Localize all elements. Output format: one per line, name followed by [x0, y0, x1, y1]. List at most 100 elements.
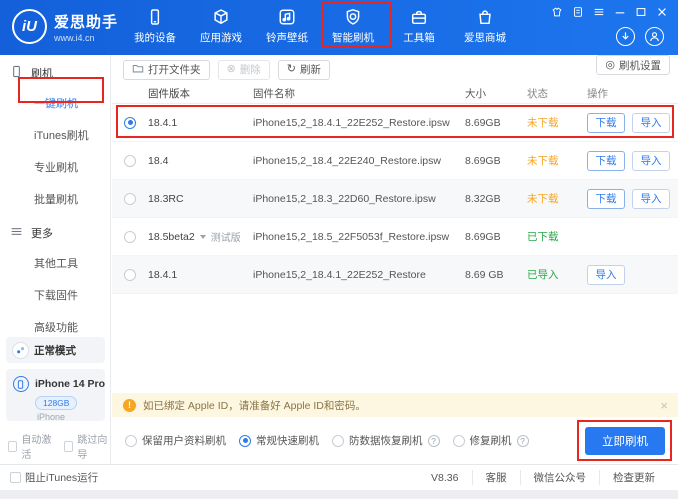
nav-ringtones-wallpapers[interactable]: 铃声壁纸 [254, 8, 320, 45]
maximize-icon[interactable] [635, 6, 647, 18]
toolbox-icon [410, 8, 428, 26]
main-content: 打开文件夹 ⊗ 删除 ↻ 刷新 ◎ 刷机设置 固件版本 固件名称 大小 状态 操… [112, 55, 678, 464]
close-icon[interactable] [656, 6, 668, 18]
radio-unselected[interactable] [124, 193, 136, 205]
app-title: 爱思助手 [54, 11, 118, 32]
radio-unselected[interactable] [124, 269, 136, 281]
notice-close-icon[interactable]: × [660, 398, 668, 413]
status-badge: 已下载 [527, 229, 585, 244]
header-quick-actions [616, 27, 664, 46]
status-badge: 未下载 [527, 191, 585, 206]
main-nav: 我的设备 应用游戏 铃声壁纸 智能刷机 工具箱 爱思商城 [122, 8, 518, 45]
shield-refresh-icon [344, 8, 362, 26]
option-anti-data-recovery[interactable]: 防数据恢复刷机 ? [332, 433, 440, 448]
firmware-row-4[interactable]: 18.5beta2 测试版 iPhone15,2_18.5_22F5053f_R… [112, 218, 678, 256]
auto-activate-checkbox[interactable]: 自动激活 [8, 431, 54, 461]
sidebar-item-download-firmware[interactable]: 下载固件 [0, 279, 110, 311]
status-badge: 已导入 [527, 267, 585, 282]
nav-smart-flash[interactable]: 智能刷机 [320, 8, 386, 45]
col-status: 状态 [527, 86, 585, 101]
device-family: iPhone [37, 412, 105, 422]
skip-wizard-checkbox[interactable]: 跳过向导 [64, 431, 110, 461]
device-capacity-badge: 128GB [35, 396, 77, 410]
refresh-icon: ↻ [287, 64, 296, 75]
firmware-toolbar: 打开文件夹 ⊗ 删除 ↻ 刷新 ◎ 刷机设置 [112, 55, 678, 84]
sidebar-item-batch-flash[interactable]: 批量刷机 [0, 183, 110, 215]
customer-service-link[interactable]: 客服 [472, 470, 520, 485]
sidebar-item-pro-flash[interactable]: 专业刷机 [0, 151, 110, 183]
gear-icon: ◎ [605, 60, 615, 71]
flash-settings-button[interactable]: ◎ 刷机设置 [596, 55, 670, 75]
phone-outline-icon [10, 65, 23, 81]
sidebar-section-flash: 刷机 [0, 55, 110, 87]
beta-tag: 测试版 [211, 229, 241, 244]
download-manager-icon[interactable] [616, 27, 635, 46]
status-badge: 未下载 [527, 153, 585, 168]
option-repair-flash[interactable]: 修复刷机 ? [453, 433, 529, 448]
status-badge: 未下载 [527, 115, 585, 130]
firmware-row-1[interactable]: 18.4.1 iPhone15,2_18.4.1_22E252_Restore.… [112, 104, 678, 142]
nav-apps-games[interactable]: 应用游戏 [188, 8, 254, 45]
music-icon [278, 8, 296, 26]
block-itunes-checkbox[interactable]: 阻止iTunes运行 [10, 470, 98, 485]
sidebar-item-other-tools[interactable]: 其他工具 [0, 247, 110, 279]
help-icon[interactable]: ? [517, 435, 529, 447]
option-normal-fast-flash[interactable]: 常规快速刷机 [239, 433, 319, 448]
delete-circle-icon: ⊗ [227, 64, 236, 75]
theme-icon[interactable] [551, 6, 563, 18]
col-operation: 操作 [585, 86, 678, 101]
help-icon[interactable]: ? [428, 435, 440, 447]
nav-toolbox[interactable]: 工具箱 [386, 8, 452, 45]
flash-now-button[interactable]: 立即刷机 [585, 427, 665, 455]
check-update-link[interactable]: 检查更新 [599, 470, 668, 485]
radio-unselected[interactable] [124, 155, 136, 167]
device-mode-card[interactable]: 正常模式 [6, 337, 105, 363]
import-button[interactable]: 导入 [632, 151, 670, 171]
open-folder-button[interactable]: 打开文件夹 [123, 60, 210, 80]
chevron-down-icon[interactable] [200, 235, 206, 239]
cube-icon [212, 8, 230, 26]
nav-my-devices[interactable]: 我的设备 [122, 8, 188, 45]
phone-icon [146, 8, 164, 26]
sidebar-section-more: 更多 [0, 215, 110, 247]
col-firmware-version: 固件版本 [148, 86, 253, 101]
firmware-row-2[interactable]: 18.4 iPhone15,2_18.4_22E240_Restore.ipsw… [112, 142, 678, 180]
wechat-official-link[interactable]: 微信公众号 [520, 470, 600, 485]
user-account-icon[interactable] [645, 27, 664, 46]
import-button[interactable]: 导入 [587, 265, 625, 285]
status-bar: 阻止iTunes运行 V8.36 客服 微信公众号 检查更新 [0, 464, 678, 490]
device-card[interactable]: iPhone 14 Pro 128GB iPhone [6, 369, 105, 421]
sidebar-options: 自动激活 跳过向导 [8, 431, 110, 461]
firmware-row-5[interactable]: 18.4.1 iPhone15,2_18.4.1_22E252_Restore … [112, 256, 678, 294]
radio-selected[interactable] [124, 117, 136, 129]
window-bottom-edge [0, 490, 678, 499]
option-keep-user-data[interactable]: 保留用户资料刷机 [125, 433, 226, 448]
download-button[interactable]: 下载 [587, 151, 625, 171]
download-button[interactable]: 下载 [587, 189, 625, 209]
list-icon [10, 225, 23, 241]
app-url: www.i4.cn [54, 33, 118, 43]
app-window: iU 爱思助手 www.i4.cn 我的设备 应用游戏 铃声壁纸 智能刷机 [0, 0, 678, 499]
header: iU 爱思助手 www.i4.cn 我的设备 应用游戏 铃声壁纸 智能刷机 [0, 0, 678, 55]
minimize-icon[interactable] [614, 6, 626, 18]
import-button[interactable]: 导入 [632, 113, 670, 133]
refresh-button[interactable]: ↻ 刷新 [278, 60, 330, 80]
feedback-note-icon[interactable] [572, 6, 584, 18]
menu-icon[interactable] [593, 6, 605, 18]
sidebar-item-one-click-flash[interactable]: 一键刷机 [0, 87, 110, 119]
device-name: iPhone 14 Pro [35, 378, 105, 390]
sidebar-item-itunes-flash[interactable]: iTunes刷机 [0, 119, 110, 151]
firmware-row-3[interactable]: 18.3RC iPhone15,2_18.3_22D60_Restore.ips… [112, 180, 678, 218]
col-size: 大小 [465, 86, 527, 101]
nav-i4-mall[interactable]: 爱思商城 [452, 8, 518, 45]
radio-unselected[interactable] [124, 231, 136, 243]
download-button[interactable]: 下载 [587, 113, 625, 133]
folder-icon [132, 63, 144, 77]
app-logo: iU 爱思助手 www.i4.cn [12, 9, 118, 44]
notice-text: 如已绑定 Apple ID，请准备好 Apple ID和密码。 [143, 398, 660, 413]
sidebar: 刷机 一键刷机 iTunes刷机 专业刷机 批量刷机 更多 其他工具 下载固件 … [0, 55, 111, 464]
delete-button[interactable]: ⊗ 删除 [218, 60, 270, 80]
apple-id-notice: ! 如已绑定 Apple ID，请准备好 Apple ID和密码。 × [112, 393, 678, 417]
titlebar-controls [551, 6, 668, 18]
import-button[interactable]: 导入 [632, 189, 670, 209]
